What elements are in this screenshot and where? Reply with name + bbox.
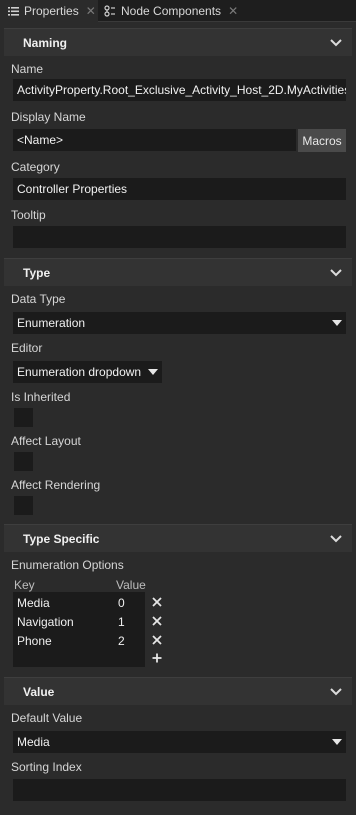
close-tab-icon[interactable]: ✕	[228, 4, 238, 18]
table-row[interactable]: Media 0	[17, 594, 145, 612]
tab-node-components-label: Node Components	[121, 4, 222, 18]
name-label: Name	[11, 62, 44, 76]
section-title: Value	[23, 684, 55, 699]
name-field[interactable]: ActivityProperty.Root_Exclusive_Activity…	[13, 79, 346, 101]
section-header-type[interactable]: Type	[4, 258, 352, 286]
editor-value: Enumeration dropdown	[17, 365, 142, 379]
enum-value[interactable]: 0	[118, 596, 125, 610]
dropdown-arrow-icon	[148, 369, 158, 375]
node-components-icon	[104, 5, 116, 17]
enum-value-header: Value	[116, 578, 146, 592]
chevron-down-icon[interactable]	[330, 268, 342, 277]
add-row-icon[interactable]	[152, 653, 162, 663]
section-header-value[interactable]: Value	[4, 677, 352, 705]
is-inherited-checkbox[interactable]	[14, 408, 33, 427]
data-type-label: Data Type	[11, 292, 66, 306]
category-field[interactable]: Controller Properties	[13, 178, 346, 200]
list-icon	[8, 6, 19, 16]
affect-rendering-label: Affect Rendering	[11, 478, 101, 492]
chevron-down-icon[interactable]	[330, 534, 342, 543]
delete-row-icon[interactable]	[152, 597, 162, 607]
table-row[interactable]: Phone 2	[17, 632, 145, 650]
section-title: Naming	[23, 35, 68, 50]
enum-value[interactable]: 2	[118, 634, 125, 648]
section-title: Type	[23, 265, 51, 280]
panel-tab-bar: Properties ✕ Node Components ✕	[0, 0, 356, 22]
default-value-label: Default Value	[11, 711, 83, 725]
chevron-down-icon[interactable]	[330, 687, 342, 696]
data-type-dropdown[interactable]: Enumeration	[13, 312, 346, 334]
data-type-value: Enumeration	[17, 316, 86, 330]
default-value-dropdown[interactable]: Media	[13, 731, 346, 753]
dropdown-arrow-icon	[332, 739, 342, 745]
affect-layout-label: Affect Layout	[11, 434, 81, 448]
editor-label: Editor	[11, 341, 43, 355]
enumeration-options-label: Enumeration Options	[11, 558, 124, 572]
is-inherited-label: Is Inherited	[11, 390, 71, 404]
tab-node-components[interactable]: Node Components ✕	[104, 0, 238, 22]
default-value-value: Media	[17, 735, 50, 749]
tooltip-label: Tooltip	[11, 208, 46, 222]
editor-dropdown[interactable]: Enumeration dropdown	[13, 361, 162, 383]
tooltip-field[interactable]	[13, 226, 346, 248]
enum-value[interactable]: 1	[118, 615, 125, 629]
macros-button[interactable]: Macros	[298, 129, 346, 152]
enum-key[interactable]: Media	[17, 596, 50, 610]
display-name-field[interactable]: <Name>	[13, 129, 296, 151]
enum-key[interactable]: Navigation	[17, 615, 74, 629]
close-tab-icon[interactable]: ✕	[86, 4, 96, 18]
dropdown-arrow-icon	[332, 320, 342, 326]
affect-layout-checkbox[interactable]	[14, 452, 33, 471]
category-label: Category	[11, 160, 60, 174]
tab-properties[interactable]: Properties ✕	[0, 0, 98, 22]
sorting-index-field[interactable]	[13, 779, 346, 801]
affect-rendering-checkbox[interactable]	[14, 496, 33, 515]
sorting-index-label: Sorting Index	[11, 760, 82, 774]
section-header-type-specific[interactable]: Type Specific	[4, 524, 352, 552]
delete-row-icon[interactable]	[152, 635, 162, 645]
tab-properties-label: Properties	[24, 4, 79, 18]
display-name-label: Display Name	[11, 110, 86, 124]
enum-key[interactable]: Phone	[17, 634, 52, 648]
section-title: Type Specific	[23, 531, 100, 546]
chevron-down-icon[interactable]	[330, 38, 342, 47]
enum-key-header: Key	[14, 578, 35, 592]
table-row[interactable]: Navigation 1	[17, 613, 145, 631]
section-header-naming[interactable]: Naming	[4, 28, 352, 56]
delete-row-icon[interactable]	[152, 616, 162, 626]
